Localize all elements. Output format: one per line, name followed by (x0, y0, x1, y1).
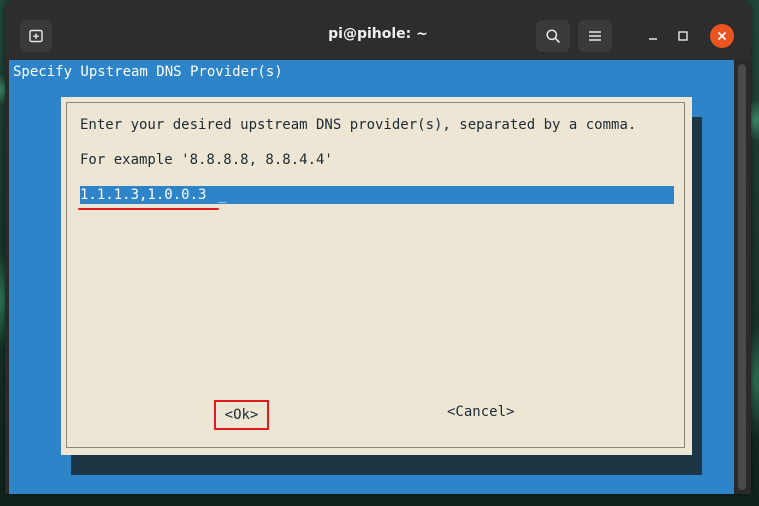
minimize-icon (649, 38, 657, 40)
terminal-scrollbar[interactable] (738, 64, 746, 490)
hamburger-menu-icon (589, 31, 601, 41)
maximize-button[interactable] (671, 24, 695, 48)
text-cursor: _ (218, 187, 227, 203)
input-dialog (61, 97, 692, 455)
menu-button[interactable] (578, 20, 612, 52)
cancel-button[interactable]: <Cancel> (447, 404, 514, 420)
search-icon (546, 29, 560, 43)
window-title: pi@pihole: ~ (328, 26, 428, 42)
dialog-example: For example '8.8.8.8, 8.8.4.4' (80, 152, 333, 168)
dns-input-field[interactable]: 1.1.1.3,1.0.0.3 _ (80, 186, 674, 204)
dns-input-value: 1.1.1.3,1.0.0.3 (80, 187, 207, 203)
minimize-button[interactable] (641, 24, 665, 48)
maximize-icon (678, 31, 688, 41)
title-bar: pi@pihole: ~ (5, 0, 751, 60)
dialog-prompt: Enter your desired upstream DNS provider… (80, 117, 637, 133)
search-button[interactable] (536, 20, 570, 52)
terminal-window: pi@pihole: ~ Specify Upstream DNS Provid… (5, 0, 751, 494)
dialog-backtitle: Specify Upstream DNS Provider(s) (13, 64, 283, 80)
whiptail-backdrop: Specify Upstream DNS Provider(s) Enter y… (9, 60, 734, 494)
input-highlight-underline (78, 208, 219, 210)
close-button[interactable] (710, 24, 734, 48)
ok-button[interactable]: <Ok> (214, 400, 269, 430)
close-icon (717, 31, 727, 41)
terminal-area[interactable]: Specify Upstream DNS Provider(s) Enter y… (5, 60, 751, 494)
